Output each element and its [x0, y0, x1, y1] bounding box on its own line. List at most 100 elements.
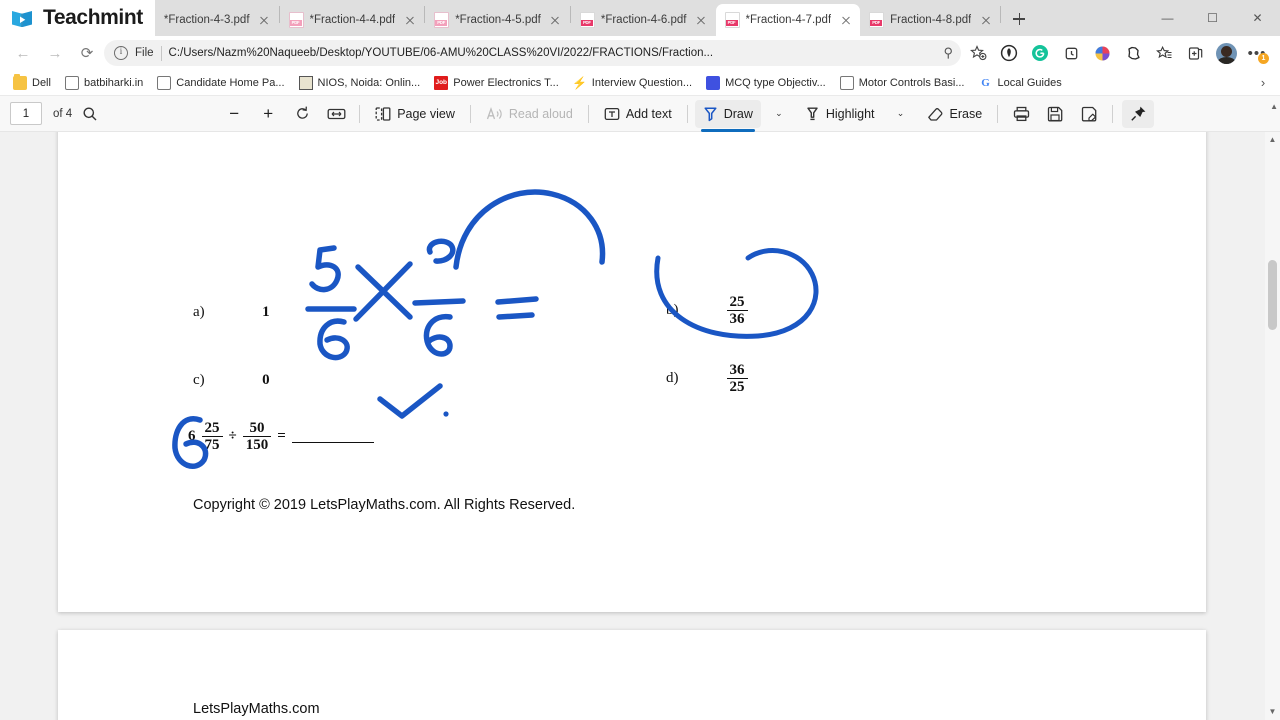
read-aloud-icon [486, 106, 502, 119]
chevron-down-icon: ⌄ [775, 108, 783, 118]
rotate-icon[interactable] [286, 100, 318, 128]
page-view-label: Page view [397, 106, 455, 121]
page-view-icon [375, 106, 391, 121]
close-icon[interactable] [977, 12, 994, 29]
browser-tab[interactable]: Fraction-4-8.pdf [860, 4, 1000, 36]
bookmark-label: MCQ type Objectiv... [725, 76, 826, 89]
back-arrow-icon[interactable]: ← [8, 39, 38, 67]
bookmark-item[interactable]: MCQ type Objectiv... [699, 74, 833, 92]
erase-button[interactable]: Erase [919, 100, 991, 128]
save-as-button[interactable] [1073, 100, 1105, 128]
bookmark-item[interactable]: Job Power Electronics T... [427, 74, 566, 92]
minimize-button[interactable]: — [1145, 0, 1190, 36]
option-key: a) [193, 304, 205, 320]
highlighter-icon [807, 107, 818, 120]
grammarly-icon[interactable] [1025, 39, 1055, 67]
close-window-button[interactable]: ✕ [1235, 0, 1280, 36]
close-icon[interactable] [693, 12, 710, 29]
new-tab-button[interactable] [1005, 5, 1033, 33]
bookmark-item[interactable]: G Local Guides [972, 74, 1069, 92]
bookmark-label: Interview Question... [591, 76, 693, 89]
option-d-page1: d) 36 25 [666, 362, 748, 395]
search-icon[interactable] [74, 100, 106, 128]
collections-icon[interactable] [1149, 39, 1179, 67]
draw-button[interactable]: Draw [694, 99, 761, 132]
google-icon: G [981, 76, 990, 89]
scroll-up-arrow-icon[interactable]: ▲ [1265, 132, 1280, 148]
question-fraction-1: 25 75 [201, 420, 223, 453]
profile-avatar[interactable] [1211, 39, 1241, 67]
browser-tab[interactable]: *Fraction-4-6.pdf [571, 4, 716, 36]
pin-icon [1130, 106, 1146, 121]
colorful-extension-icon[interactable] [1087, 39, 1117, 67]
save-button[interactable] [1039, 100, 1071, 128]
page-number-input[interactable]: 1 [10, 102, 42, 125]
fraction-numerator: 50 [249, 420, 265, 436]
forward-arrow-icon[interactable]: → [40, 39, 70, 67]
divider [686, 104, 688, 123]
fit-page-icon[interactable] [320, 100, 352, 128]
toolbar-scroll-up-icon[interactable]: ▲ [1270, 102, 1278, 111]
minus-icon: − [229, 103, 240, 123]
notification-badge: 1 [1258, 53, 1269, 64]
option-key: d) [666, 370, 679, 387]
alarm-extension-icon[interactable] [1056, 39, 1086, 67]
brand-name: Teachmint [43, 6, 143, 29]
option-value: 1 [262, 304, 270, 320]
browser-tab[interactable]: *Fraction-4-4.pdf [280, 4, 425, 36]
add-text-button[interactable]: Add text [596, 100, 680, 128]
bookmark-item[interactable]: NIOS, Noida: Onlin... [292, 74, 428, 92]
close-icon[interactable] [401, 12, 418, 29]
zoom-in-button[interactable]: + [252, 100, 284, 128]
draw-pen-icon [704, 106, 717, 121]
maximize-button[interactable]: ☐ [1190, 0, 1235, 36]
scroll-down-arrow-icon[interactable]: ▼ [1265, 704, 1280, 720]
pin-toolbar-button[interactable] [1122, 99, 1155, 128]
puzzle-extension-icon[interactable] [1118, 39, 1148, 67]
highlight-button[interactable]: Highlight [797, 100, 883, 128]
pdf-file-icon [579, 12, 595, 28]
fraction-numerator: 25 [729, 294, 745, 310]
close-icon[interactable] [547, 12, 564, 29]
favorites-icon[interactable] [963, 39, 993, 67]
highlight-label: Highlight [825, 106, 875, 121]
vertical-scrollbar[interactable]: ▲ ▼ [1265, 132, 1280, 720]
option-key: c) [193, 372, 205, 388]
browser-tab[interactable]: *Fraction-4-3.pdf [155, 4, 279, 36]
read-aloud-button[interactable]: Read aloud [478, 100, 581, 128]
tab-title: *Fraction-4-3.pdf [163, 14, 250, 26]
read-aloud-label: Read aloud [508, 106, 573, 121]
browser-toolbar-icons: ••• 1 [963, 39, 1272, 67]
print-button[interactable] [1005, 100, 1037, 128]
browser-tab[interactable]: *Fraction-4-5.pdf [425, 4, 570, 36]
page-total-label: of 4 [53, 107, 73, 120]
bookmark-item[interactable]: Dell [6, 73, 58, 92]
plus-icon: + [263, 103, 274, 123]
browser-tab-active[interactable]: *Fraction-4-7.pdf [715, 4, 861, 36]
reload-icon[interactable]: ⟳ [72, 39, 102, 67]
page-view-button[interactable]: Page view [367, 100, 463, 128]
zoom-in-icon[interactable]: ⚲ [943, 45, 955, 61]
option-value-fraction: 36 25 [726, 362, 748, 395]
bookmark-item[interactable]: ⚡ Interview Question... [566, 74, 699, 92]
image-icon [298, 75, 313, 90]
fraction-denominator: 150 [242, 436, 272, 453]
pdf-page-2: LetsPlayMaths.com a) 1 b) 2 c) 3 [58, 630, 1206, 720]
close-icon[interactable] [256, 12, 273, 29]
bookmark-label: Local Guides [997, 76, 1062, 89]
info-icon[interactable] [114, 46, 128, 60]
split-screen-icon[interactable] [1180, 39, 1210, 67]
bookmarks-overflow-button[interactable]: › [1252, 75, 1274, 90]
bookmark-item[interactable]: batbiharki.in [58, 74, 150, 92]
close-icon[interactable] [837, 12, 854, 29]
bookmark-item[interactable]: Motor Controls Basi... [833, 74, 972, 92]
draw-options-button[interactable]: ⌄ [763, 100, 795, 128]
address-bar[interactable]: File C:/Users/Nazm%20Naqueeb/Desktop/YOU… [104, 40, 961, 66]
shield-extension-icon[interactable] [994, 39, 1024, 67]
bookmark-item[interactable]: Candidate Home Pa... [150, 74, 291, 92]
tab-divider [1000, 6, 1002, 23]
highlight-options-button[interactable]: ⌄ [885, 100, 917, 128]
zoom-out-button[interactable]: − [218, 100, 250, 128]
more-settings-button[interactable]: ••• 1 [1242, 39, 1272, 67]
scrollbar-thumb[interactable] [1268, 260, 1277, 330]
